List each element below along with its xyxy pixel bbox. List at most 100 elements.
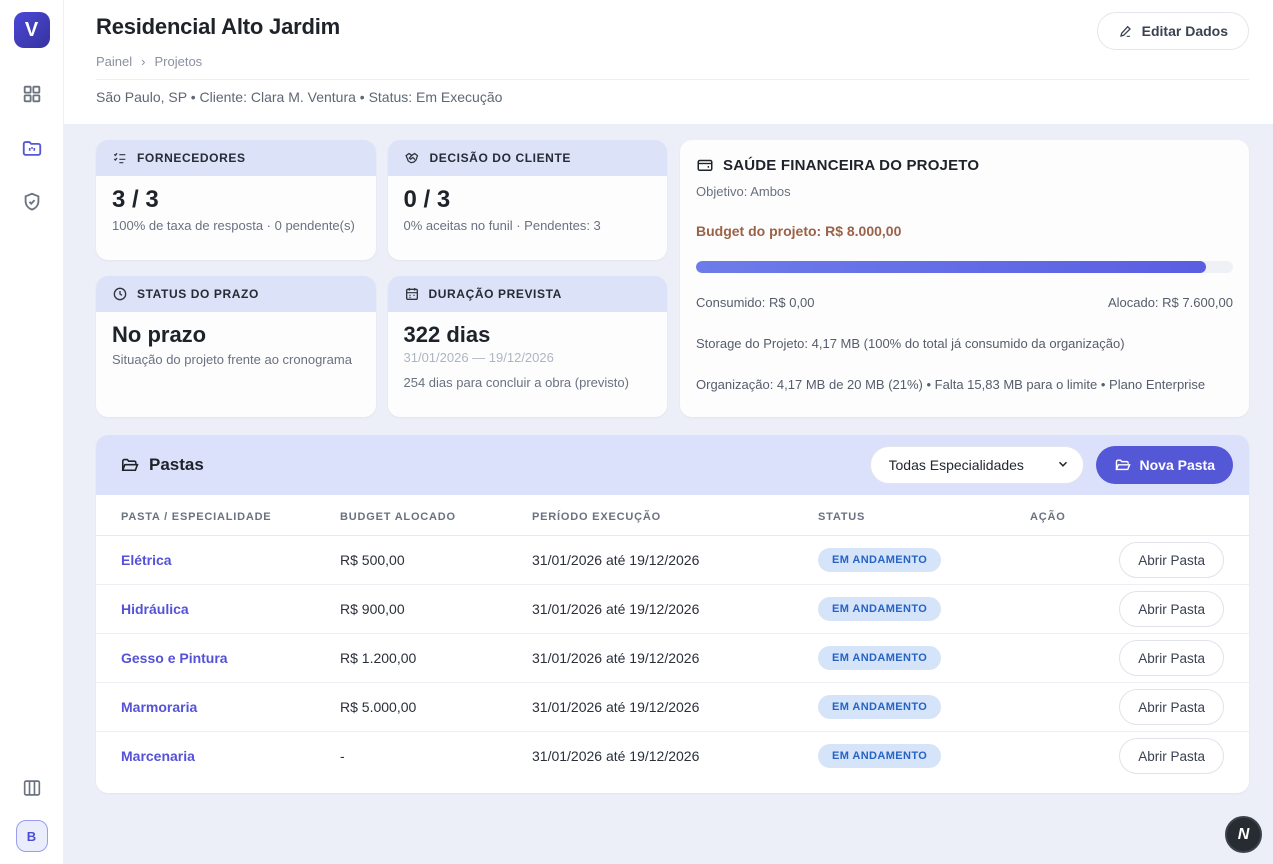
status-badge: EM ANDAMENTO [818,744,941,768]
status-badge: EM ANDAMENTO [818,695,941,719]
budget-progress-track [696,261,1233,273]
prazo-value: No prazo [112,322,360,348]
prazo-caption: Situação do projeto frente ao cronograma [112,352,360,367]
col-acao: AÇÃO [1030,495,1249,536]
breadcrumb: Painel › Projetos [96,54,1249,69]
sidebar-nav [20,82,44,214]
card-prazo-title: STATUS DO PRAZO [137,287,259,301]
folder-name-link[interactable]: Marmoraria [121,699,197,715]
clock-icon [112,286,128,302]
financeira-organizacao: Organização: 4,17 MB de 20 MB (21%) • Fa… [696,377,1233,392]
duracao-value: 322 dias [404,322,652,348]
folder-name-link[interactable]: Elétrica [121,552,172,568]
folder-budget: R$ 1.200,00 [340,634,532,683]
folders-table-header-row: PASTA / ESPECIALIDADE BUDGET ALOCADO PER… [96,495,1249,536]
main-content: FORNECEDORES 3 / 3 100% de taxa de respo… [64,124,1273,864]
financeira-budget: Budget do projeto: R$ 8.000,00 [696,223,1233,239]
status-badge: EM ANDAMENTO [818,597,941,621]
breadcrumb-projetos[interactable]: Projetos [154,54,202,69]
specialty-filter-select[interactable]: Todas Especialidades [870,446,1084,484]
table-row: Hidráulica R$ 900,0031/01/2026 até 19/12/… [96,585,1249,634]
fornecedores-caption: 100% de taxa de resposta · 0 pendente(s) [112,218,360,233]
handshake-icon [404,150,421,167]
card-decisao-title: DECISÃO DO CLIENTE [430,151,571,165]
status-badge: EM ANDAMENTO [818,548,941,572]
table-row: Marmoraria R$ 5.000,0031/01/2026 até 19/1… [96,683,1249,732]
calendar-icon [404,286,420,302]
card-decisao-cliente: DECISÃO DO CLIENTE 0 / 3 0% aceitas no f… [388,140,668,260]
breadcrumb-painel[interactable]: Painel [96,54,132,69]
card-fornecedores: FORNECEDORES 3 / 3 100% de taxa de respo… [96,140,376,260]
financeira-alocado: Alocado: R$ 7.600,00 [1108,295,1233,310]
app-logo[interactable]: V [14,12,50,48]
decisao-value: 0 / 3 [404,186,652,214]
sidebar-bottom: B [16,776,48,852]
sidebar: V B [0,0,64,864]
specialty-filter-wrap: Todas Especialidades [870,446,1084,484]
folder-periodo: 31/01/2026 até 19/12/2026 [532,585,818,634]
card-saude-financeira: SAÚDE FINANCEIRA DO PROJETO Objetivo: Am… [680,140,1249,417]
header-divider [96,79,1249,80]
table-row: Elétrica R$ 500,0031/01/2026 até 19/12/20… [96,536,1249,585]
duracao-caption: 254 dias para concluir a obra (previsto) [404,375,652,390]
folder-periodo: 31/01/2026 até 19/12/2026 [532,634,818,683]
folder-periodo: 31/01/2026 até 19/12/2026 [532,683,818,732]
card-fornecedores-title: FORNECEDORES [137,151,246,165]
status-badge: EM ANDAMENTO [818,646,941,670]
open-folder-button[interactable]: Abrir Pasta [1119,640,1224,676]
page-title: Residencial Alto Jardim [96,14,1249,40]
project-subtitle: São Paulo, SP • Cliente: Clara M. Ventur… [96,89,1249,105]
folder-open-icon [120,456,139,475]
columns-icon[interactable] [20,776,44,800]
pastas-title-label: Pastas [149,455,204,475]
financeira-consumido: Consumido: R$ 0,00 [696,295,815,310]
pencil-icon [1118,23,1134,39]
assistant-fab[interactable]: N [1225,816,1262,853]
fornecedores-value: 3 / 3 [112,186,360,214]
edit-data-label: Editar Dados [1142,23,1228,39]
new-folder-label: Nova Pasta [1140,457,1215,473]
folder-name-link[interactable]: Hidráulica [121,601,189,617]
table-footer-pad [96,781,1249,793]
budget-progress-fill [696,261,1206,273]
col-pasta-especialidade: PASTA / ESPECIALIDADE [96,495,340,536]
decisao-caption: 0% aceitas no funil · Pendentes: 3 [404,218,652,233]
open-folder-button[interactable]: Abrir Pasta [1119,689,1224,725]
col-budget-alocado: BUDGET ALOCADO [340,495,532,536]
folder-budget: R$ 5.000,00 [340,683,532,732]
folder-plus-icon [1114,457,1131,474]
financeira-storage: Storage do Projeto: 4,17 MB (100% do tot… [696,336,1233,351]
col-periodo-execucao: PERÍODO EXECUÇÃO [532,495,818,536]
open-folder-button[interactable]: Abrir Pasta [1119,591,1224,627]
edit-data-button[interactable]: Editar Dados [1097,12,1249,50]
breadcrumb-separator: › [141,54,145,69]
workspace-badge[interactable]: B [16,820,48,852]
duracao-dates: 31/01/2026 — 19/12/2026 [404,350,652,365]
shield-check-icon[interactable] [20,190,44,214]
projects-folder-icon[interactable] [20,136,44,160]
pastas-header: Pastas Todas Especialidades [96,435,1249,495]
table-row: Gesso e Pintura R$ 1.200,0031/01/2026 até… [96,634,1249,683]
page-header: Residencial Alto Jardim Editar Dados Pai… [64,0,1273,124]
card-duracao-prevista: DURAÇÃO PREVISTA 322 dias 31/01/2026 — 1… [388,276,668,417]
financeira-objetivo: Objetivo: Ambos [696,184,1233,199]
folder-name-link[interactable]: Marcenaria [121,748,195,764]
col-status: STATUS [818,495,1030,536]
checklist-icon [112,150,128,166]
dashboard-icon[interactable] [20,82,44,106]
folders-table: PASTA / ESPECIALIDADE BUDGET ALOCADO PER… [96,495,1249,781]
wallet-icon [696,156,714,174]
folder-budget: R$ 500,00 [340,536,532,585]
card-status-prazo: STATUS DO PRAZO No prazo Situação do pro… [96,276,376,417]
financeira-title: SAÚDE FINANCEIRA DO PROJETO [723,157,979,174]
new-folder-button[interactable]: Nova Pasta [1096,446,1233,484]
card-duracao-title: DURAÇÃO PREVISTA [429,287,562,301]
table-row: Marcenaria-31/01/2026 até 19/12/2026EM A… [96,732,1249,781]
folder-name-link[interactable]: Gesso e Pintura [121,650,228,666]
open-folder-button[interactable]: Abrir Pasta [1119,542,1224,578]
pastas-section: Pastas Todas Especialidades [96,435,1249,793]
folder-budget: R$ 900,00 [340,585,532,634]
folder-budget: - [340,732,532,781]
folder-periodo: 31/01/2026 até 19/12/2026 [532,536,818,585]
open-folder-button[interactable]: Abrir Pasta [1119,738,1224,774]
